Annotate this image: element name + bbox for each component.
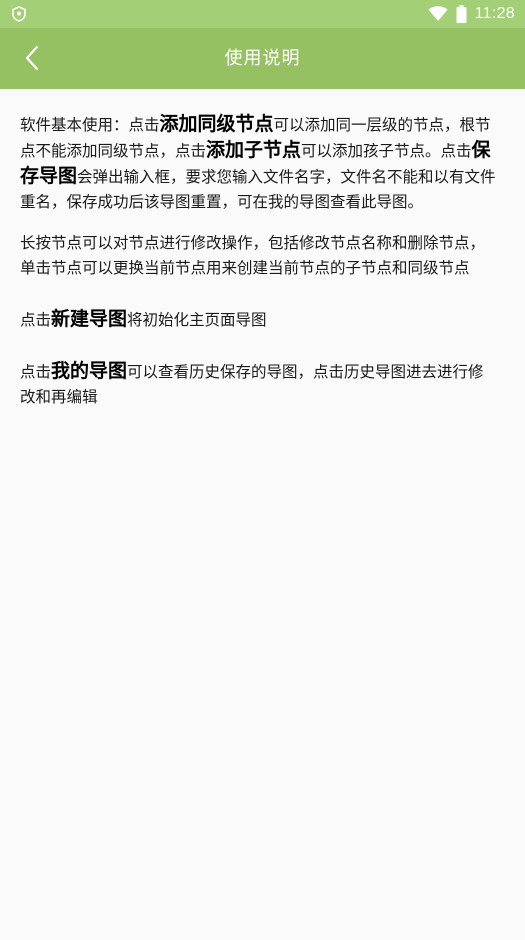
page-title: 使用说明 xyxy=(224,48,301,69)
my-maps-term: 我的导图 xyxy=(51,360,128,382)
instructions-content: 软件基本使用：点击添加同级节点可以添加同一层级的节点，根节点不能添加同级节点，点… xyxy=(20,112,496,410)
status-bar: 11:28 xyxy=(0,0,525,28)
status-time: 11:28 xyxy=(474,5,515,22)
instruction-basic-usage: 软件基本使用：点击添加同级节点可以添加同一层级的节点，根节点不能添加同级节点，点… xyxy=(20,113,496,211)
instruction-new-map: 点击新建导图将初始化主页面导图 xyxy=(20,308,267,330)
instruction-long-press: 长按节点可以对节点进行修改操作，包括修改节点名称和删除节点，单击节点可以更换当前… xyxy=(20,234,486,277)
add-child-node-term: 添加子节点 xyxy=(206,139,302,161)
shield-icon xyxy=(12,6,26,22)
add-sibling-node-term: 添加同级节点 xyxy=(159,113,274,135)
battery-icon xyxy=(456,5,467,23)
app-bar: 使用说明 xyxy=(0,28,525,89)
new-map-term: 新建导图 xyxy=(51,308,128,330)
status-icons: 11:28 xyxy=(428,4,515,24)
wifi-icon xyxy=(428,6,448,21)
instruction-my-maps: 点击我的导图可以查看历史保存的导图，点击历史导图进去进行修改和再编辑 xyxy=(20,360,484,406)
